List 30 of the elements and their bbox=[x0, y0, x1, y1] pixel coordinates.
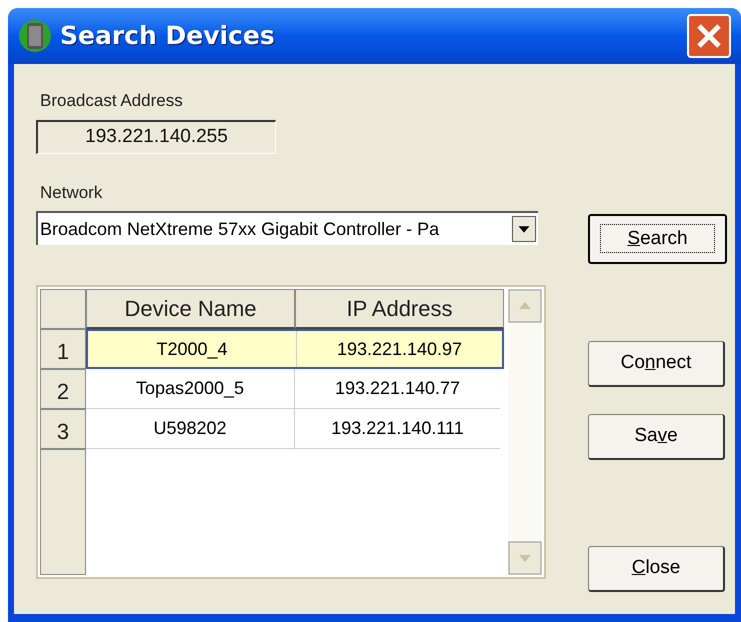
dialog-button[interactable]: Search bbox=[588, 214, 727, 264]
table-cell: Topas2000_5 bbox=[86, 369, 295, 408]
row-header[interactable]: 3 bbox=[40, 409, 86, 449]
device-icon bbox=[18, 18, 52, 54]
dialog-button[interactable]: Connect bbox=[588, 341, 725, 387]
table-row[interactable]: T2000_4 193.221.140.97 bbox=[86, 329, 504, 369]
corner-header bbox=[40, 289, 86, 329]
table-row[interactable]: Topas2000_5 193.221.140.77 bbox=[86, 369, 500, 409]
table-cell: T2000_4 bbox=[88, 331, 297, 367]
table-cell: U598202 bbox=[86, 409, 295, 448]
caret-icon bbox=[512, 216, 536, 242]
column-header[interactable]: Device Name bbox=[86, 289, 295, 329]
close-icon[interactable] bbox=[687, 14, 731, 58]
row-header[interactable]: 2 bbox=[40, 369, 86, 409]
scroll-down-icon[interactable] bbox=[508, 541, 542, 575]
column-header[interactable]: IP Address bbox=[295, 289, 504, 329]
table-cell-text: 193.221.140.111 bbox=[330, 417, 465, 440]
window-title: Search Devices bbox=[60, 20, 275, 52]
field-label: Network bbox=[40, 182, 104, 204]
scroll-up-icon[interactable] bbox=[508, 289, 542, 323]
dialog-button[interactable]: Save bbox=[588, 414, 725, 460]
network-dropdown[interactable]: Broadcom NetXtreme 57xx Gigabit Controller - Pa bbox=[36, 211, 538, 245]
dialog-button[interactable]: Close bbox=[588, 546, 725, 592]
table-cell-text: 193.221.140.77 bbox=[334, 377, 462, 400]
table-row[interactable]: U598202 193.221.140.111 bbox=[86, 409, 500, 449]
field-label: Broadcast Address bbox=[40, 90, 184, 112]
table-cell-text: 193.221.140.97 bbox=[336, 338, 464, 360]
scrollbar[interactable] bbox=[508, 289, 542, 575]
broadcast-address-field: 193.221.140.255 bbox=[36, 120, 276, 154]
row-header[interactable]: 1 bbox=[40, 329, 86, 369]
